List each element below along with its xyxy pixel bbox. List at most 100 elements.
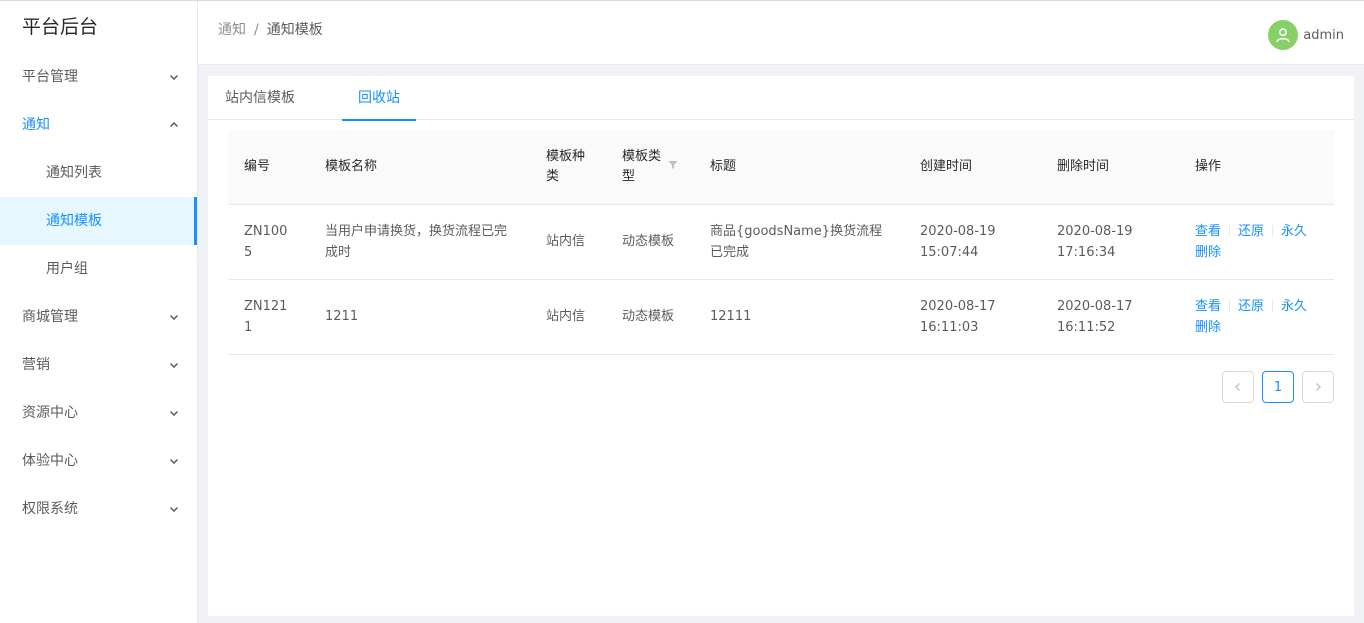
sidebar-item-notice-list[interactable]: 通知列表 xyxy=(0,149,197,197)
breadcrumb: 通知 / 通知模板 xyxy=(218,19,323,39)
app-root: 平台后台 平台管理 通知 通知列表 通知模板 用户组 商城管理 营销 资源中心 … xyxy=(0,0,1364,623)
deleted-date: 2020-08-17 xyxy=(1057,298,1133,314)
cell-kind: 站内信 xyxy=(530,204,606,280)
cell-type: 动态模板 xyxy=(606,204,694,280)
page-button[interactable]: 1 xyxy=(1262,371,1294,403)
column-header: 创建时间 xyxy=(904,130,1041,205)
username[interactable]: admin xyxy=(1303,28,1344,43)
view-link[interactable]: 查看 xyxy=(1195,299,1221,314)
breadcrumb-current: 通知模板 xyxy=(266,22,323,38)
sidebar-item-notice[interactable]: 通知 xyxy=(0,101,197,149)
column-header: 模板种类 xyxy=(530,130,606,205)
action-divider xyxy=(1229,225,1231,237)
cell-actions: 查看 还原 永久删除 xyxy=(1179,204,1334,280)
created-time: 15:07:44 xyxy=(920,244,979,260)
chevron-down-icon xyxy=(169,72,179,82)
content-card: 站内信模板 回收站 编号 模板名称 模板种类 模板类型 标题 创建时间 删除时间… xyxy=(208,76,1354,616)
column-header-label: 模板种类 xyxy=(546,148,586,184)
cell-kind: 站内信 xyxy=(530,279,606,355)
sidebar-item-label: 商城管理 xyxy=(22,309,78,325)
created-date: 2020-08-19 xyxy=(920,223,996,239)
sidebar-item-platform[interactable]: 平台管理 xyxy=(0,53,197,101)
deleted-time: 16:11:52 xyxy=(1057,319,1116,335)
action-divider xyxy=(1272,300,1274,312)
deleted-time: 17:16:34 xyxy=(1057,244,1116,260)
tab-recycle-bin[interactable]: 回收站 xyxy=(342,76,416,121)
sidebar-item-label: 通知模板 xyxy=(46,213,102,229)
breadcrumb-separator: / xyxy=(254,22,259,38)
action-divider xyxy=(1229,300,1231,312)
chevron-down-icon xyxy=(169,456,179,466)
pagination: 1 xyxy=(1214,371,1334,403)
cell-created: 2020-08-17 16:11:03 xyxy=(904,279,1041,355)
cell-id: ZN1005 xyxy=(228,204,309,280)
view-link[interactable]: 查看 xyxy=(1195,224,1221,239)
sidebar-item-user-group[interactable]: 用户组 xyxy=(0,245,197,293)
action-divider xyxy=(1272,225,1274,237)
sidebar-item-experience[interactable]: 体验中心 xyxy=(0,437,197,485)
permanent-delete-label-1: 永久 xyxy=(1281,298,1308,314)
created-time: 16:11:03 xyxy=(920,319,979,335)
chevron-down-icon xyxy=(169,312,179,322)
cell-type: 动态模板 xyxy=(606,279,694,355)
sidebar-item-label: 营销 xyxy=(22,357,50,373)
permanent-delete-label-2: 删除 xyxy=(1195,244,1222,260)
sidebar: 平台后台 平台管理 通知 通知列表 通知模板 用户组 商城管理 营销 资源中心 … xyxy=(0,1,198,623)
sidebar-item-label: 平台管理 xyxy=(22,69,78,85)
chevron-down-icon xyxy=(169,504,179,514)
sidebar-item-resources[interactable]: 资源中心 xyxy=(0,389,197,437)
column-header: 模板类型 xyxy=(606,130,694,205)
sidebar-item-label: 用户组 xyxy=(46,261,88,277)
cell-name: 当用户申请换货，换货流程已完成时 xyxy=(309,204,530,280)
sidebar-item-notice-template[interactable]: 通知模板 xyxy=(0,197,197,245)
next-page-button[interactable] xyxy=(1302,371,1334,403)
cell-title: 商品{goodsName}换货流程已完成 xyxy=(694,204,904,280)
filter-icon[interactable] xyxy=(668,157,678,177)
sidebar-item-label: 通知列表 xyxy=(46,165,102,181)
cell-title: 12111 xyxy=(694,279,904,355)
user-icon xyxy=(1276,28,1291,43)
user-menu[interactable]: admin xyxy=(1268,20,1344,50)
column-header-label: 模板类型 xyxy=(622,148,662,184)
chevron-up-icon xyxy=(169,120,179,130)
sidebar-item-label: 权限系统 xyxy=(22,501,78,517)
table-row: ZN1211 1211 站内信 动态模板 12111 2020-08-17 16:… xyxy=(228,279,1334,355)
table-row: ZN1005 当用户申请换货，换货流程已完成时 站内信 动态模板 商品{good… xyxy=(228,204,1334,280)
sidebar-item-marketing[interactable]: 营销 xyxy=(0,341,197,389)
templates-table: 编号 模板名称 模板种类 模板类型 标题 创建时间 删除时间 操作 ZN1005… xyxy=(228,130,1334,355)
chevron-left-icon xyxy=(1235,383,1240,391)
restore-link[interactable]: 还原 xyxy=(1238,224,1264,239)
prev-page-button[interactable] xyxy=(1222,371,1254,403)
cell-name: 1211 xyxy=(309,279,530,355)
restore-link[interactable]: 还原 xyxy=(1238,299,1264,314)
cell-id: ZN1211 xyxy=(228,279,309,355)
tab-inbox-templates[interactable]: 站内信模板 xyxy=(224,76,296,120)
avatar[interactable] xyxy=(1268,20,1299,50)
chevron-down-icon xyxy=(169,360,179,370)
cell-created: 2020-08-19 15:07:44 xyxy=(904,204,1041,280)
column-header: 操作 xyxy=(1179,130,1334,205)
sidebar-item-label: 体验中心 xyxy=(22,453,78,469)
app-title: 平台后台 xyxy=(22,16,99,38)
created-date: 2020-08-17 xyxy=(920,298,996,314)
header: 通知 / 通知模板 admin xyxy=(198,1,1364,65)
permanent-delete-label-1: 永久 xyxy=(1281,223,1308,239)
column-header: 标题 xyxy=(694,130,904,205)
column-header: 模板名称 xyxy=(309,130,530,205)
sidebar-item-label: 资源中心 xyxy=(22,405,78,421)
chevron-down-icon xyxy=(169,408,179,418)
sidebar-item-label: 通知 xyxy=(22,117,50,133)
cell-deleted: 2020-08-19 17:16:34 xyxy=(1041,204,1179,280)
column-header: 删除时间 xyxy=(1041,130,1179,205)
tab-bar: 站内信模板 回收站 xyxy=(208,76,1354,121)
chevron-right-icon xyxy=(1316,383,1321,391)
cell-actions: 查看 还原 永久删除 xyxy=(1179,279,1334,355)
table-header-row: 编号 模板名称 模板种类 模板类型 标题 创建时间 删除时间 操作 xyxy=(228,130,1334,205)
deleted-date: 2020-08-19 xyxy=(1057,223,1133,239)
sidebar-item-mall[interactable]: 商城管理 xyxy=(0,293,197,341)
column-header: 编号 xyxy=(228,130,309,205)
permanent-delete-label-2: 删除 xyxy=(1195,319,1222,335)
breadcrumb-link-notice[interactable]: 通知 xyxy=(218,22,246,38)
sidebar-item-permissions[interactable]: 权限系统 xyxy=(0,485,197,533)
cell-deleted: 2020-08-17 16:11:52 xyxy=(1041,279,1179,355)
